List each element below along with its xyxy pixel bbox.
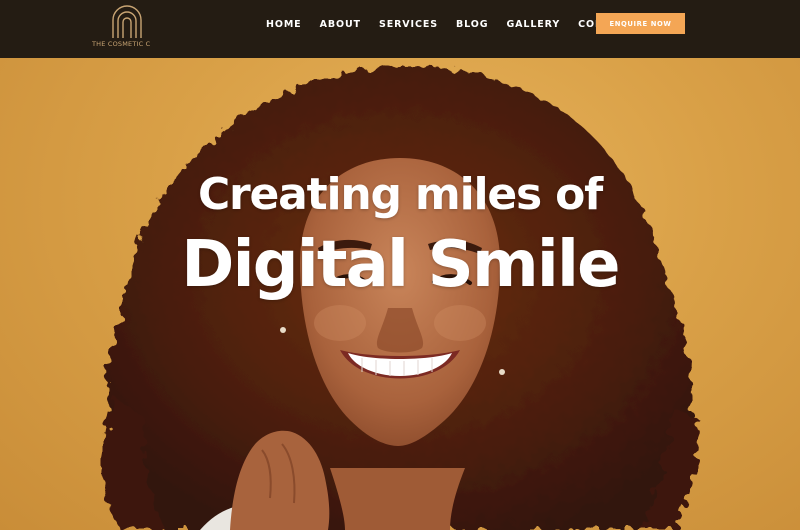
brand-name: THE COSMETIC C [92,40,151,48]
page: THE COSMETIC C HOME ABOUT SERVICES BLOG … [0,0,800,530]
nav-gallery[interactable]: GALLERY [506,17,560,33]
hero-section: Creating miles of Digital Smile [0,58,800,530]
hero-headline-line1: Creating miles of [197,169,603,220]
nav-about[interactable]: ABOUT [320,17,361,33]
arch-logo-icon [112,5,142,38]
brand-logo[interactable]: THE COSMETIC C [92,4,162,54]
nav-blog[interactable]: BLOG [456,17,488,33]
nav-home[interactable]: HOME [266,17,302,33]
main-nav: HOME ABOUT SERVICES BLOG GALLERY CONTACT [266,17,652,33]
enquire-now-button[interactable]: ENQUIRE NOW [596,13,685,34]
hero-headline-line2: Digital Smile [181,228,620,302]
nav-services[interactable]: SERVICES [379,17,438,33]
site-header: THE COSMETIC C HOME ABOUT SERVICES BLOG … [0,0,800,58]
